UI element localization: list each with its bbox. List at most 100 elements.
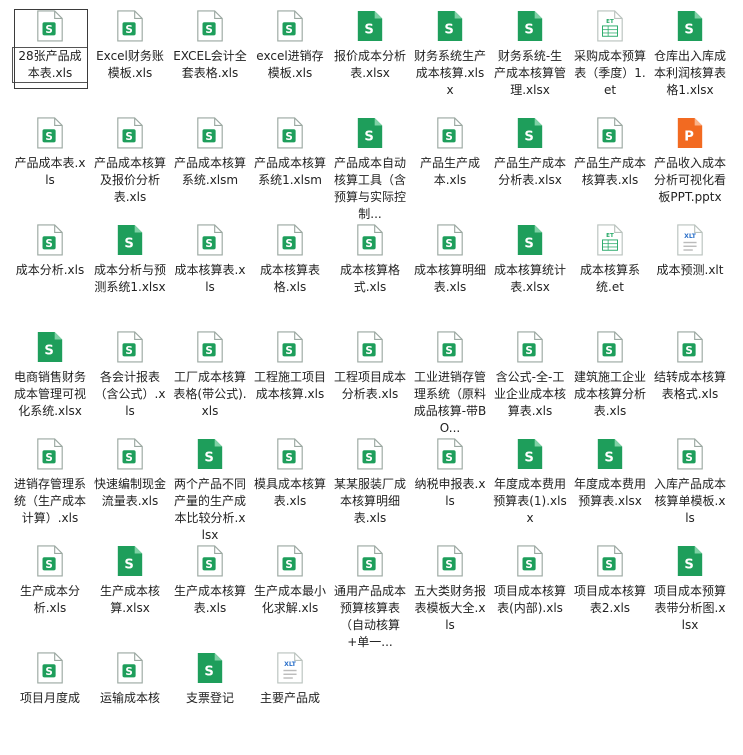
file-name: 采购成本预算表（季度）1.et: [573, 49, 646, 97]
file-item[interactable]: S 项目成本核算表2.xls: [570, 541, 650, 648]
spreadsheet-outline-icon: S: [675, 331, 705, 365]
file-item[interactable]: P 产品收入成本分析可视化看板PPT.pptx: [650, 113, 730, 220]
file-item[interactable]: S 成本核算明细表.xls: [410, 220, 490, 327]
file-item[interactable]: S 两个产品不同产量的生产成本比较分析.xlsx: [170, 434, 250, 541]
file-item[interactable]: XLT 成本预测.xlt: [650, 220, 730, 327]
file-item[interactable]: S 入库产品成本核算单模板.xls: [650, 434, 730, 541]
svg-text:S: S: [205, 345, 212, 357]
file-item[interactable]: S 仓库出入库成本利润核算表格1.xlsx: [650, 6, 730, 113]
spreadsheet-solid-icon: S: [595, 438, 625, 472]
file-item[interactable]: S 报价成本分析表.xlsx: [330, 6, 410, 113]
file-item[interactable]: ET 成本核算系统.et: [570, 220, 650, 327]
file-item[interactable]: S 生产成本核算.xlsx: [90, 541, 170, 648]
file-name: 产品收入成本分析可视化看板PPT.pptx: [653, 156, 726, 204]
file-name: 成本核算明细表.xls: [413, 263, 486, 294]
file-name: 生产成本核算表.xls: [173, 584, 246, 615]
file-item[interactable]: S Excel财务账模板.xls: [90, 6, 170, 113]
svg-text:S: S: [364, 22, 373, 37]
file-item[interactable]: S 产品成本核算及报价分析表.xls: [90, 113, 170, 220]
file-item[interactable]: S 支票登记: [170, 648, 250, 755]
file-item[interactable]: S 产品成本自动核算工具（含预算与实际控制...: [330, 113, 410, 220]
file-name: 财务系统生产成本核算.xlsx: [413, 49, 486, 97]
file-item[interactable]: S 建筑施工企业成本核算分析表.xls: [570, 327, 650, 434]
file-item[interactable]: S 产品成本核算系统1.xlsm: [250, 113, 330, 220]
file-item[interactable]: S 年度成本费用预算表(1).xlsx: [490, 434, 570, 541]
file-name: 各会计报表（含公式）.xls: [94, 370, 166, 418]
spreadsheet-solid-icon: S: [515, 224, 545, 258]
file-item[interactable]: S 项目成本预算表带分析图.xlsx: [650, 541, 730, 648]
file-item[interactable]: XLT 主要产品成: [250, 648, 330, 755]
file-item[interactable]: S 五大类财务报表模板大全.xls: [410, 541, 490, 648]
spreadsheet-outline-icon: S: [675, 438, 705, 472]
file-item[interactable]: S 项目成本核算表(内部).xls: [490, 541, 570, 648]
file-item[interactable]: S 工程施工项目成本核算.xls: [250, 327, 330, 434]
file-item[interactable]: S 工厂成本核算表格(带公式).xls: [170, 327, 250, 434]
svg-text:S: S: [124, 236, 133, 251]
file-item[interactable]: S 成本核算表.xls: [170, 220, 250, 327]
file-name: EXCEL会计全套表格.xls: [173, 49, 247, 80]
xlt-template-icon: XLT: [675, 224, 705, 258]
spreadsheet-outline-icon: S: [355, 331, 385, 365]
file-item[interactable]: S 财务系统生产成本核算.xlsx: [410, 6, 490, 113]
file-item[interactable]: S 生产成本分析.xls: [10, 541, 90, 648]
file-name: 成本核算表格.xls: [259, 263, 320, 294]
file-item[interactable]: Sexcel进销存模板.xls: [250, 6, 330, 113]
file-item[interactable]: ET 采购成本预算表（季度）1.et: [570, 6, 650, 113]
file-item[interactable]: S 含公式-全-工业企业成本核算表.xls: [490, 327, 570, 434]
svg-text:S: S: [684, 557, 693, 572]
file-item[interactable]: S 生产成本核算表.xls: [170, 541, 250, 648]
spreadsheet-outline-icon: S: [435, 224, 465, 258]
spreadsheet-outline-icon: S: [595, 545, 625, 579]
file-item[interactable]: S 项目月度成: [10, 648, 90, 755]
spreadsheet-outline-icon: S: [275, 331, 305, 365]
file-item[interactable]: S 产品成本表.xls: [10, 113, 90, 220]
file-item[interactable]: S 通用产品成本预算核算表（自动核算+单一...: [330, 541, 410, 648]
file-item[interactable]: S 成本核算格式.xls: [330, 220, 410, 327]
file-item[interactable]: S 运输成本核: [90, 648, 170, 755]
file-item[interactable]: S 产品生产成本分析表.xlsx: [490, 113, 570, 220]
svg-text:S: S: [45, 238, 52, 250]
svg-text:S: S: [125, 345, 132, 357]
spreadsheet-solid-icon: S: [35, 331, 65, 365]
file-item[interactable]: S 工业进销存管理系统（原料成品核算-带BO...: [410, 327, 490, 434]
file-item[interactable]: S 28张产品成本表.xls: [10, 6, 90, 113]
file-item[interactable]: S 成本分析与预测系统1.xlsx: [90, 220, 170, 327]
file-item[interactable]: S 成本核算统计表.xlsx: [490, 220, 570, 327]
spreadsheet-solid-icon: S: [195, 652, 225, 686]
svg-text:S: S: [605, 559, 612, 571]
spreadsheet-outline-icon: S: [35, 224, 65, 258]
file-name: 含公式-全-工业企业成本核算表.xls: [493, 370, 566, 418]
file-item[interactable]: S 各会计报表（含公式）.xls: [90, 327, 170, 434]
svg-text:P: P: [684, 129, 694, 144]
file-item[interactable]: S 结转成本核算表格式.xls: [650, 327, 730, 434]
file-item[interactable]: S 财务系统-生产成本核算管理.xlsx: [490, 6, 570, 113]
file-item[interactable]: S 成本分析.xls: [10, 220, 90, 327]
file-item[interactable]: S 快速编制现金流量表.xls: [90, 434, 170, 541]
spreadsheet-outline-icon: S: [435, 117, 465, 151]
file-name: 工程项目成本分析表.xls: [333, 370, 406, 401]
file-name: 项目成本核算表2.xls: [573, 584, 646, 615]
spreadsheet-outline-icon: S: [195, 545, 225, 579]
file-item[interactable]: S 成本核算表格.xls: [250, 220, 330, 327]
file-item[interactable]: S 电商销售财务成本管理可视化系统.xlsx: [10, 327, 90, 434]
svg-text:S: S: [125, 131, 132, 143]
file-item[interactable]: S 纳税申报表.xls: [410, 434, 490, 541]
file-item[interactable]: S 产品成本核算系统.xlsm: [170, 113, 250, 220]
file-item[interactable]: S 模具成本核算表.xls: [250, 434, 330, 541]
file-item[interactable]: S 年度成本费用预算表.xlsx: [570, 434, 650, 541]
spreadsheet-outline-icon: S: [115, 438, 145, 472]
file-item[interactable]: S 某某服装厂成本核算明细表.xls: [330, 434, 410, 541]
svg-text:S: S: [444, 22, 453, 37]
spreadsheet-outline-icon: S: [35, 117, 65, 151]
file-name: 工厂成本核算表格(带公式).xls: [173, 370, 247, 418]
file-item[interactable]: S EXCEL会计全套表格.xls: [170, 6, 250, 113]
file-item[interactable]: S 生产成本最小化求解.xls: [250, 541, 330, 648]
file-item[interactable]: S 产品生产成本.xls: [410, 113, 490, 220]
file-item[interactable]: S 工程项目成本分析表.xls: [330, 327, 410, 434]
file-item[interactable]: S 产品生产成本核算表.xls: [570, 113, 650, 220]
file-item[interactable]: S 进销存管理系统（生产成本计算）.xls: [10, 434, 90, 541]
spreadsheet-outline-icon: S: [275, 10, 305, 44]
spreadsheet-outline-icon: S: [355, 545, 385, 579]
svg-text:S: S: [45, 131, 52, 143]
spreadsheet-solid-icon: S: [675, 545, 705, 579]
